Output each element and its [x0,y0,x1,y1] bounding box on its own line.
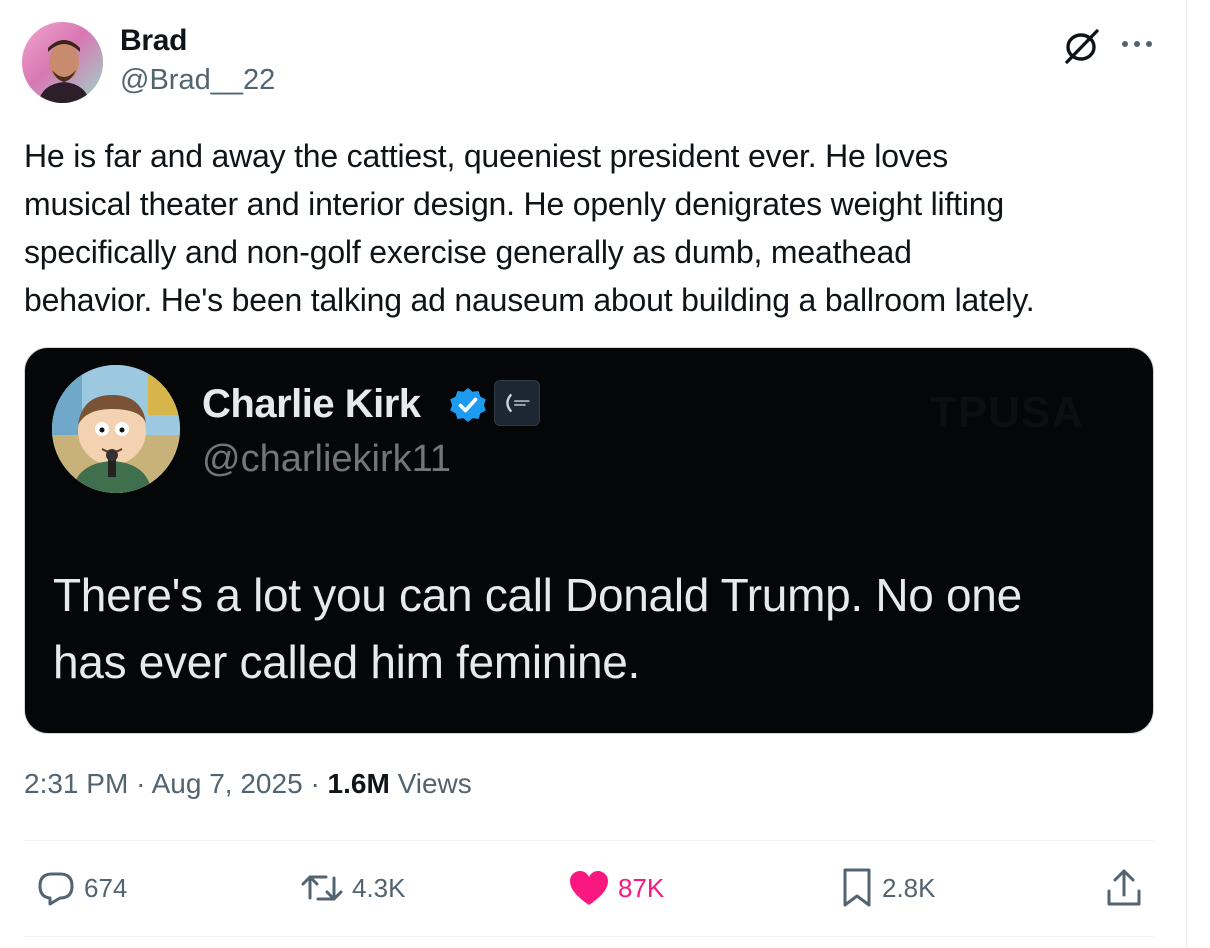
affiliate-badge-icon [494,380,540,426]
reply-button[interactable]: 674 [36,866,127,910]
divider [24,936,1154,937]
tweet-text: He is far and away the cattiest, queenie… [24,138,1035,318]
user-handle[interactable]: @Brad__22 [120,64,275,97]
meta-separator: · [136,768,146,799]
share-button[interactable] [1104,866,1144,910]
embedded-avatar [52,365,180,493]
reply-count: 674 [84,872,128,903]
views-count: 1.6M [327,768,390,799]
tweet-time[interactable]: 2:31 PM [24,768,128,799]
tweet-meta: 2:31 PM · Aug 7, 2025 · 1.6M Views [24,768,472,800]
repost-button[interactable]: 4.3K [300,866,406,910]
divider [24,840,1154,841]
repost-count: 4.3K [352,872,406,903]
more-icon[interactable] [1120,38,1154,50]
like-count: 87K [618,872,665,903]
bookmark-button[interactable]: 2.8K [840,866,936,910]
bookmark-icon [843,868,871,907]
user-name[interactable]: Brad [120,24,187,58]
verified-icon [450,388,486,422]
meta-separator: · [310,768,320,799]
reply-icon [38,872,74,906]
embedded-author-name: Charlie Kirk [202,382,421,426]
embedded-image[interactable]: Charlie Kirk @charliekirk11 TPUSA There'… [24,347,1154,734]
embedded-quote-text: There's a lot you can call Donald Trump.… [53,569,1022,688]
embedded-author-handle: @charliekirk11 [202,438,452,480]
like-button[interactable]: 87K [568,866,664,910]
like-icon [570,871,608,905]
share-icon [1107,869,1141,906]
grok-icon[interactable] [1062,26,1102,66]
watermark: TPUSA [930,388,1085,437]
views-label: Views [397,768,472,799]
avatar[interactable] [22,22,103,103]
repost-icon [301,875,343,901]
bookmark-count: 2.8K [882,872,936,903]
right-border [1186,0,1187,948]
tweet-date[interactable]: Aug 7, 2025 [152,768,303,799]
